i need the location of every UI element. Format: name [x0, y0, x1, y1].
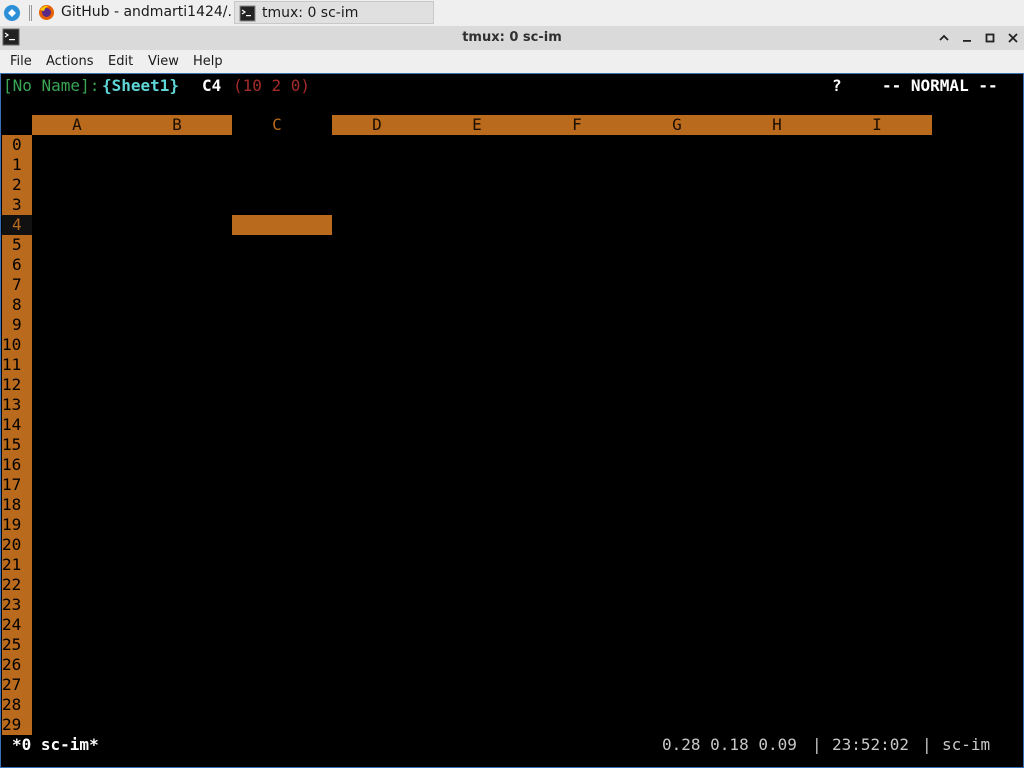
help-mark: ? [832, 76, 842, 95]
restore-icon[interactable] [981, 29, 999, 47]
cell-info: (10 2 0) [233, 76, 311, 95]
row-header[interactable]: 16 [2, 455, 32, 475]
terminal-focus-frame [0, 73, 1024, 768]
close-icon[interactable] [1004, 29, 1022, 47]
window-titlebar[interactable]: tmux: 0 sc-im [0, 26, 1024, 51]
column-header-D[interactable]: D [327, 115, 427, 135]
current-cell-label: C4 [202, 76, 222, 95]
row-header-current[interactable]: 4 [2, 215, 32, 235]
row-header[interactable]: 1 [2, 155, 32, 175]
row-header[interactable]: 25 [2, 635, 32, 655]
row-header[interactable]: 10 [2, 335, 32, 355]
row-header[interactable]: 28 [2, 695, 32, 715]
column-header-B[interactable]: B [127, 115, 227, 135]
row-header[interactable]: 29 [2, 715, 32, 735]
row-header[interactable]: 2 [2, 175, 32, 195]
clock: 23:52:02 [832, 735, 910, 754]
terminal-icon [239, 5, 256, 22]
taskbar-task-label: GitHub - andmarti1424/... [61, 4, 231, 20]
firefox-icon [39, 5, 54, 20]
row-header[interactable]: 17 [2, 475, 32, 495]
row-header[interactable]: 20 [2, 535, 32, 555]
menu-actions[interactable]: Actions [46, 50, 94, 73]
row-header[interactable]: 5 [2, 235, 32, 255]
column-header-I[interactable]: I [827, 115, 927, 135]
row-header[interactable]: 22 [2, 575, 32, 595]
mode-indicator: -- NORMAL -- [882, 76, 998, 95]
tmux-window-list[interactable]: *0 sc-im* [12, 735, 99, 755]
status-separator: | [812, 735, 822, 754]
row-header[interactable]: 12 [2, 375, 32, 395]
row-header[interactable]: 9 [2, 315, 32, 335]
row-header[interactable]: 24 [2, 615, 32, 635]
sheet-label: {Sheet1} [102, 76, 180, 95]
window-title: tmux: 0 sc-im [462, 30, 562, 45]
taskbar: GitHub - andmarti1424/... tmux: 0 sc-im [0, 0, 1024, 27]
row-header[interactable]: 13 [2, 395, 32, 415]
row-header[interactable]: 0 [2, 135, 32, 155]
taskbar-task-terminal[interactable]: tmux: 0 sc-im [234, 1, 434, 24]
row-header[interactable]: 6 [2, 255, 32, 275]
row-header[interactable]: 3 [2, 195, 32, 215]
row-header[interactable]: 23 [2, 595, 32, 615]
session-name: sc-im [942, 735, 991, 754]
column-header-G[interactable]: G [627, 115, 727, 135]
menu-edit[interactable]: Edit [108, 50, 133, 73]
menu-help[interactable]: Help [193, 50, 223, 73]
kde-start-icon[interactable] [3, 4, 21, 22]
row-header[interactable]: 8 [2, 295, 32, 315]
column-header-C[interactable]: C [227, 115, 327, 135]
column-header-H[interactable]: H [727, 115, 827, 135]
taskbar-task-label: tmux: 0 sc-im [262, 5, 359, 21]
taskbar-separator-icon [29, 5, 32, 21]
load-average: 0.28 0.18 0.09 [662, 735, 797, 754]
terminal-area[interactable]: [No Name]: {Sheet1} C4 (10 2 0) ? -- NOR… [0, 73, 1024, 768]
row-header[interactable]: 15 [2, 435, 32, 455]
row-header[interactable]: 21 [2, 555, 32, 575]
filename-label: [No Name]: [3, 76, 100, 95]
column-header-A[interactable]: A [27, 115, 127, 135]
row-header[interactable]: 7 [2, 275, 32, 295]
minimize-icon[interactable] [958, 29, 976, 47]
column-header-F[interactable]: F [527, 115, 627, 135]
menubar: File Actions Edit View Help [0, 50, 1024, 73]
selected-cell-C4[interactable] [232, 215, 332, 235]
column-header-E[interactable]: E [427, 115, 527, 135]
row-header[interactable]: 18 [2, 495, 32, 515]
taskbar-task-firefox[interactable]: GitHub - andmarti1424/... [34, 1, 231, 24]
status-separator: | [922, 735, 932, 754]
row-header[interactable]: 11 [2, 355, 32, 375]
row-header[interactable]: 27 [2, 675, 32, 695]
menu-file[interactable]: File [10, 50, 32, 73]
maximize-icon[interactable] [935, 29, 953, 47]
row-header[interactable]: 26 [2, 655, 32, 675]
row-header[interactable]: 19 [2, 515, 32, 535]
menu-view[interactable]: View [148, 50, 179, 73]
row-header[interactable]: 14 [2, 415, 32, 435]
tmux-status-bar: *0 sc-im* 0.28 0.18 0.09 | 23:52:02 | sc… [0, 733, 1022, 757]
